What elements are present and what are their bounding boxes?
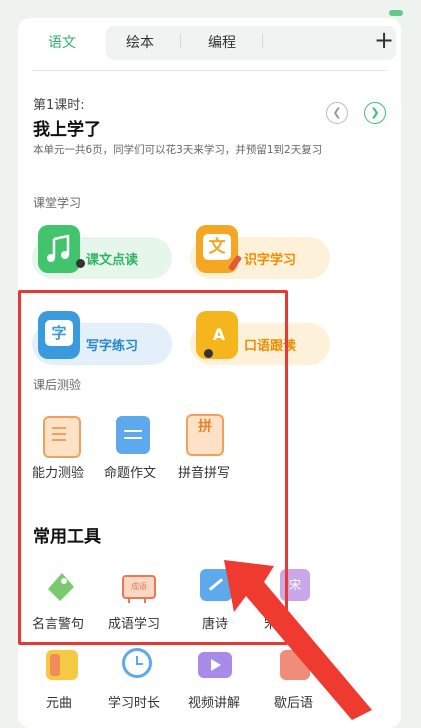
yuanqu-icon (46, 650, 78, 680)
lesson-title: 我上学了 (33, 120, 101, 140)
tab-chinese[interactable]: 语文 (18, 26, 106, 64)
clock-icon (122, 648, 152, 678)
subject-tabs: 语文 绘本 编程 + (18, 18, 401, 64)
classroom-heading: 课堂学习 (33, 196, 82, 210)
lesson-description: 本单元一共6页，同学们可以花3天来学习，并预留1到2天复习 (33, 144, 323, 156)
next-lesson-button[interactable]: ❯ (364, 102, 386, 124)
text-reading-label: 课文点读 (86, 253, 139, 268)
tool-label: 学习时长 (108, 696, 161, 711)
character-learning-label: 识字学习 (244, 253, 297, 268)
character-glyph: 文 (203, 234, 231, 260)
chevron-left-icon: ❮ (332, 106, 342, 119)
add-tab-button[interactable]: + (371, 26, 397, 54)
tab-programming[interactable]: 编程 (208, 32, 236, 52)
background-decoration (389, 10, 403, 16)
tool-label: 元曲 (46, 696, 73, 711)
tab-separator (262, 34, 263, 48)
music-note-icon (38, 225, 80, 273)
lesson-number: 第1课时: (33, 98, 85, 113)
tab-picture-book[interactable]: 绘本 (126, 32, 154, 52)
annotation-arrow-icon (224, 560, 372, 720)
tab-separator (180, 34, 181, 48)
text-reading-button[interactable]: 课文点读 (32, 225, 172, 279)
divider (32, 70, 387, 71)
prev-lesson-button[interactable]: ❮ (326, 102, 348, 124)
chevron-right-icon: ❯ (370, 106, 380, 119)
microphone-icon (76, 259, 85, 268)
character-learning-button[interactable]: 文 识字学习 (190, 225, 330, 279)
